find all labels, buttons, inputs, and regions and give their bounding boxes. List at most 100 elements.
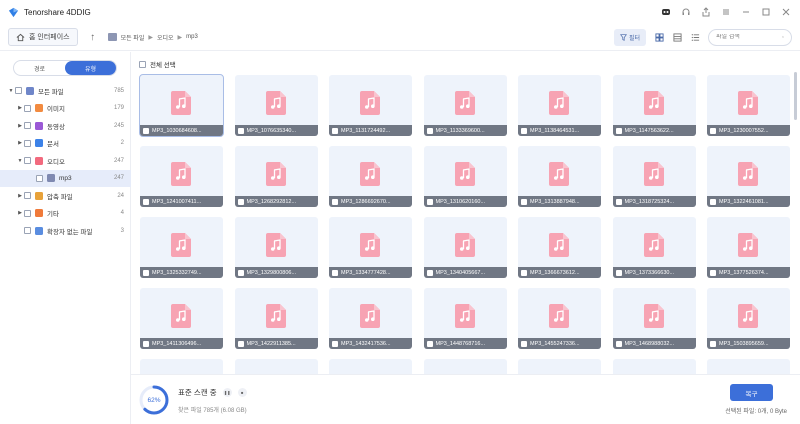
file-card[interactable]: MP3_1076635340...	[234, 75, 318, 136]
menu-icon[interactable]	[720, 6, 732, 18]
sidebar-item-category[interactable]: ▶ 압축 파일 24	[0, 187, 131, 205]
file-checkbox[interactable]	[332, 340, 338, 347]
home-interface-button[interactable]: 홈 인터페이스	[8, 28, 78, 46]
file-checkbox[interactable]	[710, 127, 716, 134]
stop-icon[interactable]: ■	[237, 388, 247, 397]
tree-checkbox[interactable]	[24, 192, 31, 200]
select-all-checkbox[interactable]	[139, 60, 146, 68]
tree-checkbox[interactable]	[15, 87, 22, 95]
search-icon[interactable]	[782, 33, 784, 41]
file-card[interactable]: MP3_1377526374...	[707, 217, 790, 278]
file-card[interactable]: MP3_1411306496...	[140, 288, 223, 349]
file-card[interactable]: MP3_1366673612...	[518, 217, 601, 278]
filter-button[interactable]: 필터	[614, 28, 646, 46]
up-arrow-icon[interactable]: ↑	[88, 32, 98, 43]
file-checkbox[interactable]	[143, 269, 149, 276]
grid-view-icon[interactable]	[654, 32, 664, 42]
scrollbar[interactable]	[794, 72, 797, 120]
expand-arrow-icon[interactable]: ▶	[16, 123, 24, 129]
tree-checkbox[interactable]	[36, 174, 43, 182]
file-checkbox[interactable]	[332, 127, 338, 134]
file-card[interactable]: MP3_1241007411...	[140, 146, 223, 207]
file-card[interactable]: MP3_1503895659...	[707, 288, 790, 349]
file-card[interactable]: MP3_1313887948...	[518, 146, 601, 207]
robot-icon[interactable]	[660, 6, 672, 18]
file-card[interactable]	[707, 359, 790, 374]
maximize-icon[interactable]	[760, 6, 772, 18]
sidebar-item-category[interactable]: ▶ 이미지 179	[0, 100, 131, 118]
file-card[interactable]: MP3_1468988032...	[612, 288, 696, 349]
sidebar-item-category[interactable]: ▶ 문서 2	[0, 135, 131, 153]
detail-view-icon[interactable]	[690, 32, 700, 42]
file-checkbox[interactable]	[426, 127, 433, 134]
file-card[interactable]: MP3_1318725324...	[612, 146, 696, 207]
tree-checkbox[interactable]	[24, 227, 31, 235]
file-checkbox[interactable]	[615, 127, 622, 134]
file-card[interactable]: MP3_1133369600...	[423, 75, 507, 136]
file-checkbox[interactable]	[237, 127, 244, 134]
file-checkbox[interactable]	[615, 340, 622, 347]
file-card[interactable]: MP3_1286692670...	[329, 146, 412, 207]
file-checkbox[interactable]	[426, 269, 433, 276]
expand-arrow-icon[interactable]: ▶	[16, 105, 24, 111]
sidebar-item-category[interactable]: ▼ 오디오 247	[0, 152, 131, 170]
file-checkbox[interactable]	[521, 340, 527, 347]
file-checkbox[interactable]	[332, 198, 338, 205]
expand-arrow-icon[interactable]: ▶	[16, 193, 24, 199]
tree-checkbox[interactable]	[24, 122, 31, 130]
expand-arrow-icon[interactable]: ▶	[16, 140, 24, 146]
minimize-icon[interactable]	[740, 6, 752, 18]
file-checkbox[interactable]	[615, 269, 622, 276]
file-card[interactable]: MP3_1310620160...	[423, 146, 507, 207]
file-card[interactable]	[329, 359, 412, 374]
pause-icon[interactable]: ❚❚	[222, 388, 232, 397]
file-card[interactable]: MP3_1322461081...	[707, 146, 790, 207]
expand-arrow-icon[interactable]: ▼	[16, 158, 24, 164]
file-card[interactable]: MP3_1455247336...	[518, 288, 601, 349]
file-card[interactable]: MP3_1422911385...	[234, 288, 318, 349]
file-checkbox[interactable]	[143, 340, 149, 347]
file-card[interactable]	[140, 359, 223, 374]
file-checkbox[interactable]	[521, 127, 527, 134]
file-checkbox[interactable]	[237, 198, 244, 205]
select-all[interactable]: 전체 선택	[139, 59, 176, 69]
sidebar-item-category[interactable]: ▶ 동영상 245	[0, 117, 131, 135]
tab-type[interactable]: 유형	[65, 61, 116, 75]
file-checkbox[interactable]	[710, 340, 716, 347]
file-checkbox[interactable]	[332, 269, 338, 276]
file-card[interactable]	[234, 359, 318, 374]
recover-button[interactable]: 복구	[730, 384, 773, 401]
close-icon[interactable]	[780, 6, 792, 18]
file-checkbox[interactable]	[710, 269, 716, 276]
file-card[interactable]	[423, 359, 507, 374]
file-card[interactable]: MP3_1340405667...	[423, 217, 507, 278]
file-card[interactable]: MP3_1329800806...	[234, 217, 318, 278]
share-icon[interactable]	[700, 6, 712, 18]
sidebar-item-all-files[interactable]: ▼ 모든 파일 785	[0, 82, 131, 100]
tree-checkbox[interactable]	[24, 157, 31, 165]
file-card[interactable]: MP3_1147563622...	[612, 75, 696, 136]
file-checkbox[interactable]	[143, 127, 149, 134]
tab-path[interactable]: 경로	[14, 61, 65, 75]
file-checkbox[interactable]	[237, 269, 244, 276]
file-card[interactable]: MP3_1373366630...	[612, 217, 696, 278]
sidebar-item-category[interactable]: ▶ 기타 4	[0, 205, 131, 223]
file-card[interactable]: MP3_1230007552...	[707, 75, 790, 136]
sidebar-item-category[interactable]: 확장자 없는 파일 3	[0, 222, 131, 240]
file-card[interactable]: MP3_1334777428...	[329, 217, 412, 278]
file-card[interactable]	[518, 359, 601, 374]
file-checkbox[interactable]	[426, 198, 433, 205]
file-checkbox[interactable]	[521, 198, 527, 205]
file-card[interactable]: MP3_1268292812...	[234, 146, 318, 207]
breadcrumb-item[interactable]: 오디오	[157, 33, 174, 42]
file-card[interactable]: MP3_1030684608...	[139, 74, 224, 137]
search-input[interactable]	[716, 34, 778, 40]
file-card[interactable]	[612, 359, 696, 374]
expand-arrow-icon[interactable]: ▼	[7, 88, 15, 94]
tree-checkbox[interactable]	[24, 209, 31, 217]
list-view-icon[interactable]	[672, 32, 682, 42]
file-checkbox[interactable]	[615, 198, 622, 205]
file-checkbox[interactable]	[426, 340, 433, 347]
file-card[interactable]: MP3_1138464531...	[518, 75, 601, 136]
breadcrumb-item[interactable]: 모든 파일	[121, 33, 145, 42]
